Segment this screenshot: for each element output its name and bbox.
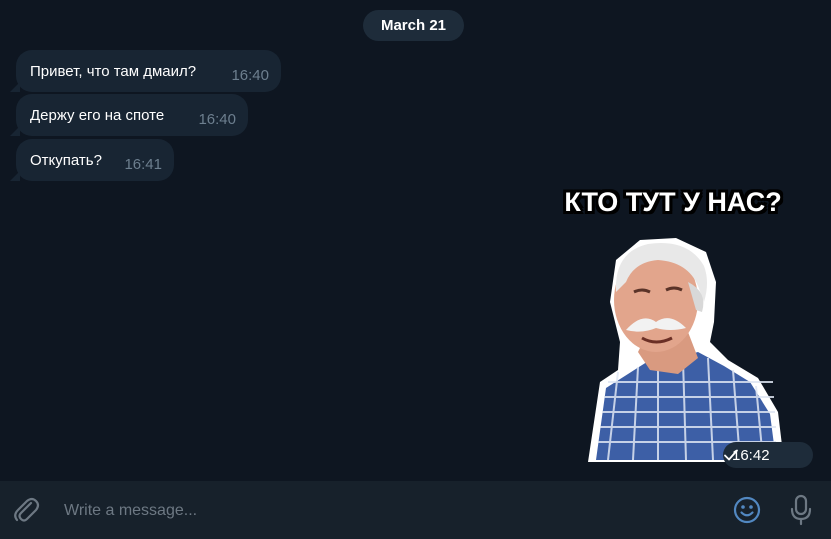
smile-icon[interactable]	[732, 495, 762, 525]
microphone-icon[interactable]	[788, 494, 814, 526]
message-input[interactable]	[62, 497, 706, 525]
sticker-message[interactable]: КТО ТУТ У НАС? 16:42	[538, 182, 818, 470]
message-time: 16:40	[198, 111, 236, 128]
message-composer	[0, 481, 831, 539]
incoming-message[interactable]: Откупать? 16:41	[10, 139, 174, 181]
message-time: 16:40	[231, 67, 269, 84]
bubble-tail	[10, 82, 20, 92]
check-icon	[724, 449, 738, 461]
incoming-message[interactable]: Держу его на споте 16:40	[10, 94, 248, 136]
message-time: 16:41	[124, 156, 162, 173]
date-separator: March 21	[363, 10, 464, 41]
message-text: Привет, что там дмаил?	[30, 62, 197, 80]
bubble-tail	[10, 171, 20, 181]
paperclip-icon[interactable]	[12, 495, 40, 525]
message-text: Откупать?	[30, 151, 102, 169]
sticker-caption: КТО ТУТ У НАС?	[564, 187, 782, 217]
chat-history: March 21 Привет, что там дмаил? 16:40 Де…	[0, 0, 831, 481]
message-text: Держу его на споте	[30, 106, 165, 124]
bubble-tail	[10, 126, 20, 136]
sticker-time-badge: 16:42	[723, 442, 813, 468]
date-separator-label: March 21	[380, 17, 447, 34]
sticker-image	[588, 238, 784, 462]
incoming-message[interactable]: Привет, что там дмаил? 16:40	[10, 50, 281, 92]
